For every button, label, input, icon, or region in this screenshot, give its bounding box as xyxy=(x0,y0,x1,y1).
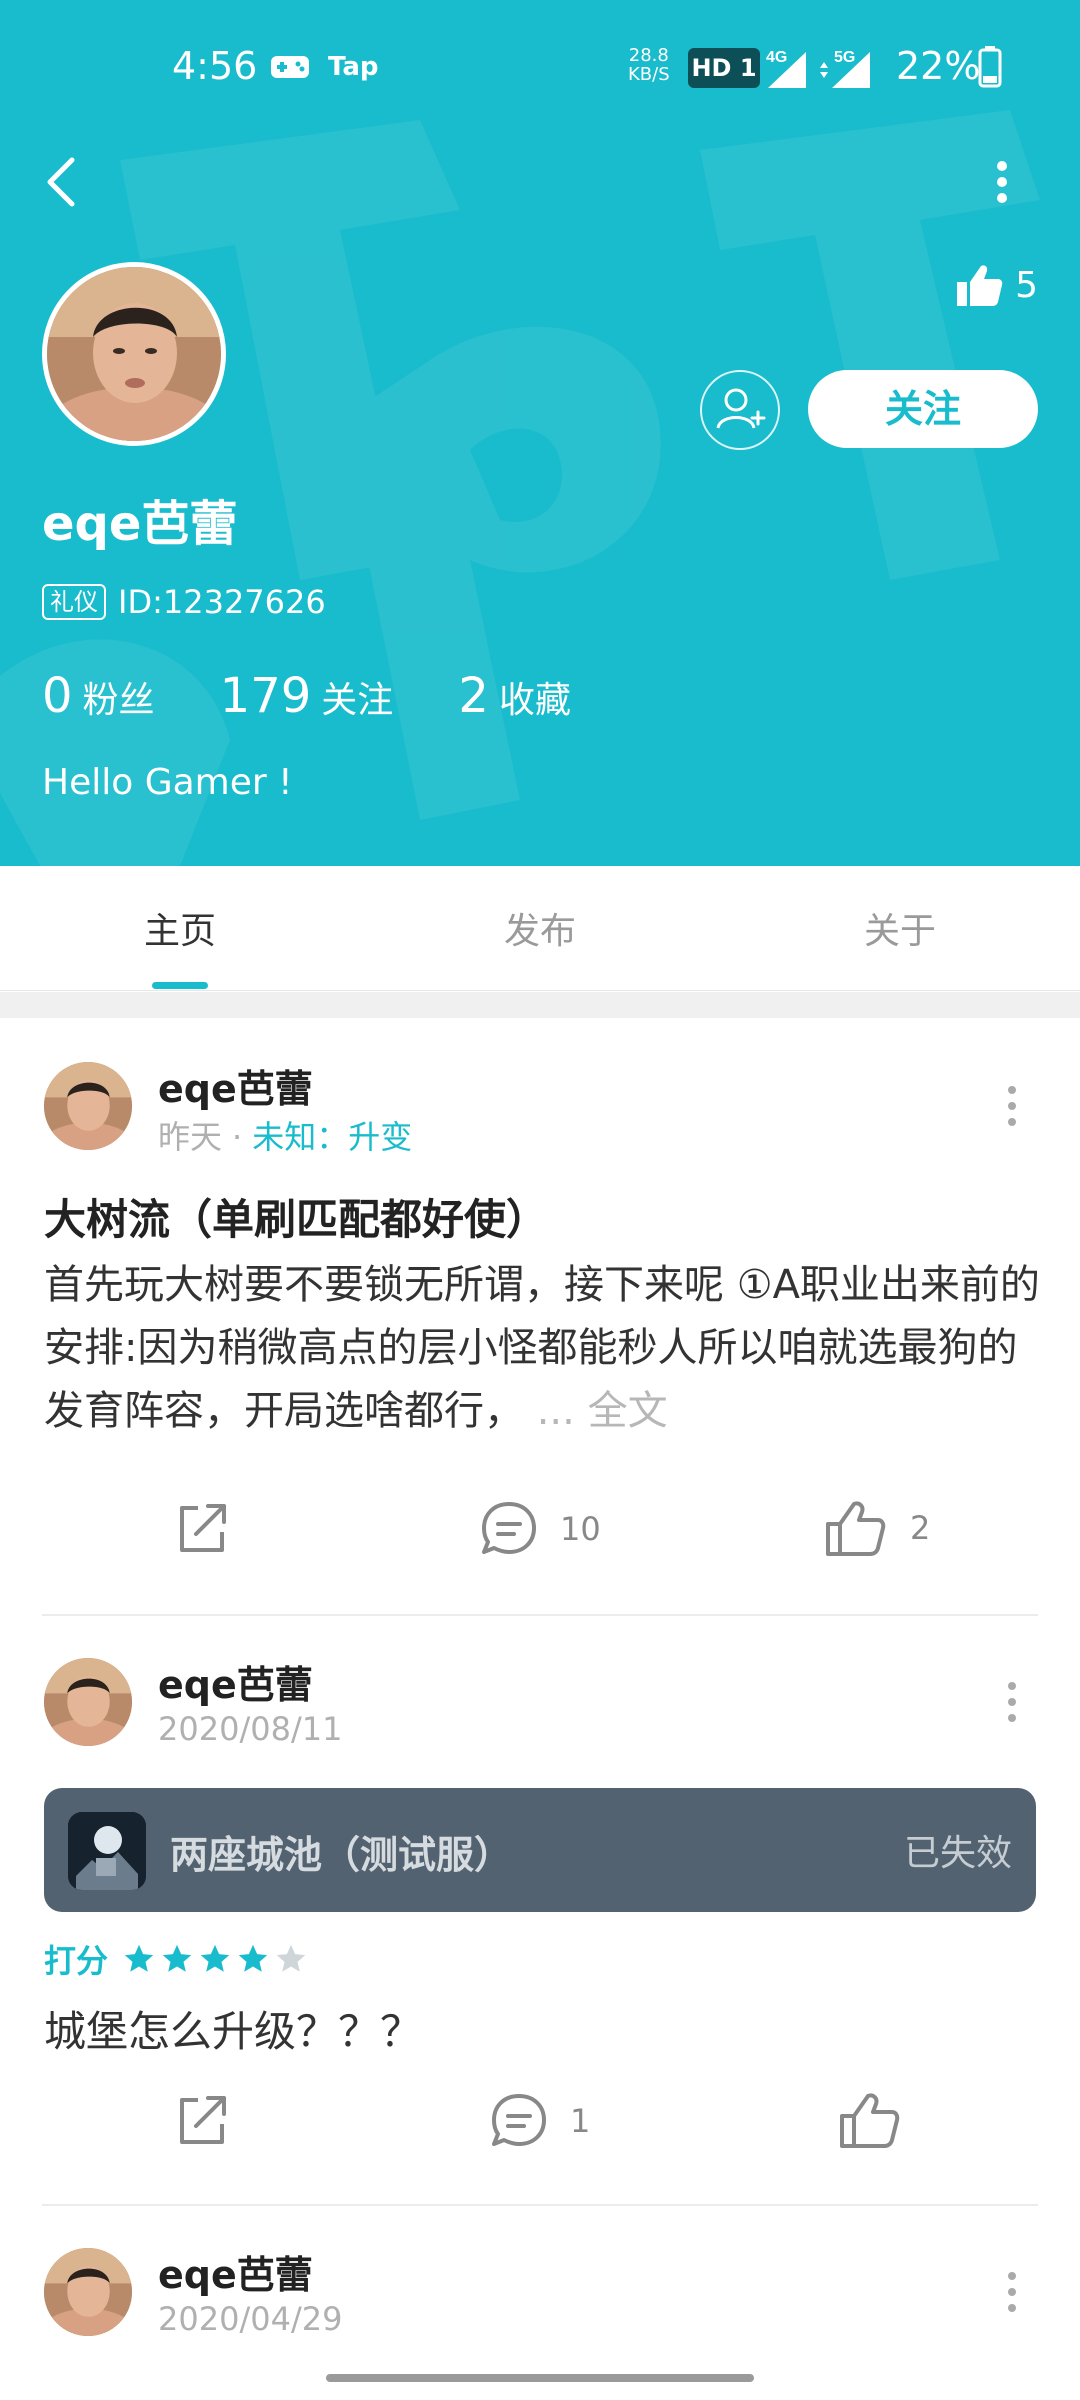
active-tab-indicator xyxy=(152,982,208,989)
net-speed-value: 28.8 xyxy=(628,45,669,66)
comment-button[interactable]: 1 xyxy=(488,2090,590,2152)
signal-5g-icon: 5G xyxy=(820,49,870,88)
post-actions: 1 xyxy=(0,2090,1080,2170)
read-more-link[interactable]: ... 全文 xyxy=(537,1388,668,1434)
add-user-icon xyxy=(716,388,766,429)
avatar-photo xyxy=(47,267,221,441)
net-speed-unit: KB/S xyxy=(628,64,670,85)
game-status: 已失效 xyxy=(903,1833,1012,1874)
rating-row: 打分 xyxy=(44,1936,312,1982)
profile-header: 4:56 Tap 28.8 KB/S HD 1 4G 5G 22% 5 关注 e… xyxy=(0,0,1080,866)
thumbs-up-icon xyxy=(957,265,1003,306)
meta-separator: · xyxy=(232,1118,243,1156)
post-author-name[interactable]: eqe芭蕾 xyxy=(158,1654,313,1709)
star-filled-icon xyxy=(162,1944,192,1972)
like-outline-icon xyxy=(826,1501,886,1556)
user-id: ID:12327626 xyxy=(118,583,326,621)
tab-home[interactable]: 主页 xyxy=(144,902,216,954)
game-icon xyxy=(68,1812,146,1890)
profile-name: eqe芭蕾 xyxy=(42,496,238,552)
battery-icon xyxy=(978,46,1002,88)
share-icon xyxy=(180,1504,226,1552)
tab-about[interactable]: 关于 xyxy=(864,902,936,954)
profile-avatar[interactable] xyxy=(42,262,226,446)
gamepad-icon xyxy=(271,56,309,78)
post-author-avatar[interactable] xyxy=(44,1062,132,1150)
follow-button[interactable]: 关注 xyxy=(808,370,1038,448)
like-button[interactable]: 2 xyxy=(824,1498,930,1558)
post-more-icon[interactable] xyxy=(1006,1084,1018,1128)
like-count: 2 xyxy=(910,1509,931,1547)
favorites-count: 2 xyxy=(458,668,489,724)
rating-stars xyxy=(122,1942,312,1976)
profile-stats: 0 粉丝 179 关注 2 收藏 xyxy=(42,668,631,724)
star-filled-icon xyxy=(124,1944,154,1972)
battery-percent: 22% xyxy=(896,44,981,88)
stat-fans[interactable]: 0 粉丝 xyxy=(42,668,220,724)
tap-notification-label: Tap xyxy=(328,52,379,82)
signal1-label: 4G xyxy=(766,49,787,66)
star-filled-icon xyxy=(238,1944,268,1972)
share-icon xyxy=(180,2096,226,2144)
profile-likes[interactable]: 5 xyxy=(955,262,1038,308)
fans-label: 粉丝 xyxy=(82,680,155,721)
hd-badge: HD 1 xyxy=(688,48,760,88)
add-friend-button[interactable] xyxy=(700,370,780,450)
signal2-label: 5G xyxy=(834,49,855,66)
status-bar: 4:56 Tap 28.8 KB/S HD 1 4G 5G 22% xyxy=(0,0,1080,134)
post-divider xyxy=(42,1614,1038,1616)
post-tag[interactable]: 未知：升变 xyxy=(252,1118,412,1156)
following-count: 179 xyxy=(219,668,312,724)
etiquette-badge[interactable]: 礼仪 xyxy=(42,584,106,620)
post-time: 2020/04/29 xyxy=(158,2300,343,2338)
favorites-label: 收藏 xyxy=(498,680,571,721)
share-button[interactable] xyxy=(172,1498,232,1558)
post-author-avatar[interactable] xyxy=(44,1658,132,1746)
comment-icon xyxy=(492,2094,546,2146)
post-more-icon[interactable] xyxy=(1006,2270,1018,2314)
post-body[interactable]: 首先玩大树要不要锁无所谓，接下来呢 ①A职业出来前的安排:因为稍微高点的层小怪都… xyxy=(44,1254,1040,1443)
following-label: 关注 xyxy=(321,680,394,721)
stat-favorites[interactable]: 2 收藏 xyxy=(458,668,631,724)
post-author-avatar[interactable] xyxy=(44,2248,132,2336)
section-divider xyxy=(0,992,1080,1018)
share-button[interactable] xyxy=(172,2090,232,2150)
post-more-icon[interactable] xyxy=(1006,1680,1018,1724)
fans-count: 0 xyxy=(42,668,73,724)
avatar-photo xyxy=(44,1658,132,1746)
post-author-name[interactable]: eqe芭蕾 xyxy=(158,1058,313,1113)
net-speed: 28.8 KB/S xyxy=(628,46,670,84)
avatar-photo xyxy=(44,1062,132,1150)
rating-label: 打分 xyxy=(44,1942,109,1980)
post-time: 2020/08/11 xyxy=(158,1710,343,1748)
post-author-name[interactable]: eqe芭蕾 xyxy=(158,2244,313,2299)
castle-game-icon xyxy=(68,1812,146,1890)
tab-posts[interactable]: 发布 xyxy=(504,902,576,954)
comment-button[interactable]: 10 xyxy=(478,1498,601,1560)
avatar-photo xyxy=(44,2248,132,2336)
status-time: 4:56 xyxy=(172,44,258,88)
game-name: 两座城池（测试服） xyxy=(170,1833,513,1877)
like-button[interactable] xyxy=(838,2090,924,2150)
profile-tabs: 主页 发布 关于 xyxy=(0,866,1080,991)
stat-following[interactable]: 179 关注 xyxy=(220,668,459,724)
star-empty-icon xyxy=(276,1944,306,1972)
post-divider xyxy=(42,2204,1038,2206)
more-options-icon[interactable] xyxy=(994,160,1010,204)
game-card[interactable]: 两座城池（测试服） 已失效 xyxy=(44,1788,1036,1912)
review-text[interactable]: 城堡怎么升级？？？ xyxy=(44,1998,422,2059)
post-title[interactable]: 大树流（单刷匹配都好使） xyxy=(44,1186,548,1247)
likes-count: 5 xyxy=(1015,264,1038,306)
comment-icon xyxy=(482,1502,536,1554)
post-time: 昨天 xyxy=(158,1118,223,1156)
home-indicator[interactable] xyxy=(326,2374,754,2382)
profile-bio: Hello Gamer ! xyxy=(42,762,293,803)
back-arrow-icon[interactable] xyxy=(42,156,78,208)
post-meta: 昨天 · 未知：升变 xyxy=(158,1112,412,1158)
comment-count: 10 xyxy=(560,1510,601,1548)
like-outline-icon xyxy=(840,2093,900,2148)
post-actions: 10 2 xyxy=(0,1498,1080,1578)
star-filled-icon xyxy=(200,1944,230,1972)
comment-count: 1 xyxy=(570,2102,591,2140)
